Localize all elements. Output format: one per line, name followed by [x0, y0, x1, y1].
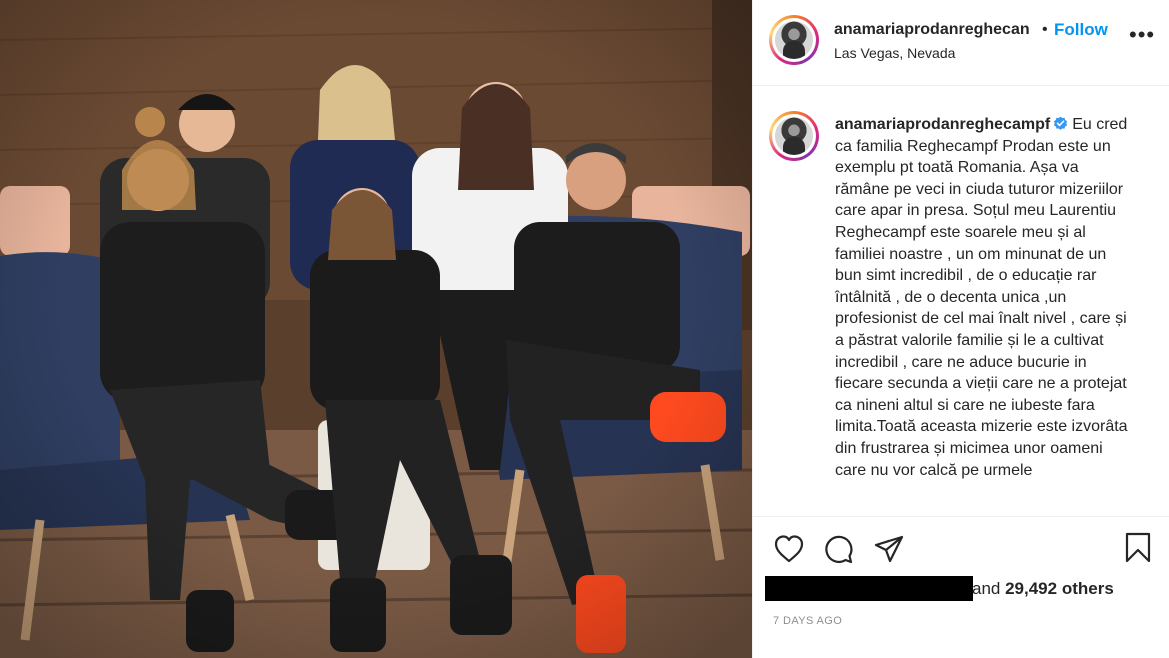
verified-badge-icon — [1054, 116, 1068, 130]
comment-icon[interactable] — [823, 534, 855, 564]
author-avatar[interactable] — [769, 15, 819, 65]
heart-icon[interactable] — [773, 534, 805, 564]
share-icon[interactable] — [873, 534, 905, 564]
follow-button[interactable]: Follow — [1054, 20, 1108, 40]
separator-dot: • — [1042, 21, 1048, 38]
avatar-image — [775, 117, 813, 155]
bookmark-icon[interactable] — [1124, 532, 1152, 564]
author-username[interactable]: anamariaprodanreghecan — [834, 21, 1030, 39]
likes-count[interactable]: 29,492 others — [1005, 579, 1114, 598]
post-photo[interactable] — [0, 0, 752, 658]
post-caption: anamariaprodanreghecampf Eu cred ca fami… — [753, 100, 1169, 516]
redacted-liker-names — [765, 576, 973, 601]
avatar-image — [775, 21, 813, 59]
post-location[interactable]: Las Vegas, Nevada — [834, 45, 955, 61]
caption-body: Eu cred ca familia Reghecampf Prodan est… — [835, 116, 1128, 479]
likes-summary[interactable]: and 29,492 others — [972, 579, 1114, 599]
post-timestamp[interactable]: 7 DAYS AGO — [773, 615, 842, 627]
family-photo-illustration — [0, 0, 752, 658]
caption-author-avatar[interactable] — [769, 111, 819, 161]
post-sidebar: anamariaprodanreghecan • Follow Las Vega… — [752, 0, 1169, 658]
caption-username[interactable]: anamariaprodanreghecampf — [835, 116, 1050, 133]
post-actions: and 29,492 others 7 DAYS AGO — [753, 516, 1169, 658]
post-header: anamariaprodanreghecan • Follow Las Vega… — [753, 0, 1169, 86]
likes-and-text: and — [972, 579, 1006, 598]
caption-text-block: anamariaprodanreghecampf Eu cred ca fami… — [835, 114, 1135, 481]
more-options-icon[interactable]: ••• — [1129, 24, 1155, 46]
